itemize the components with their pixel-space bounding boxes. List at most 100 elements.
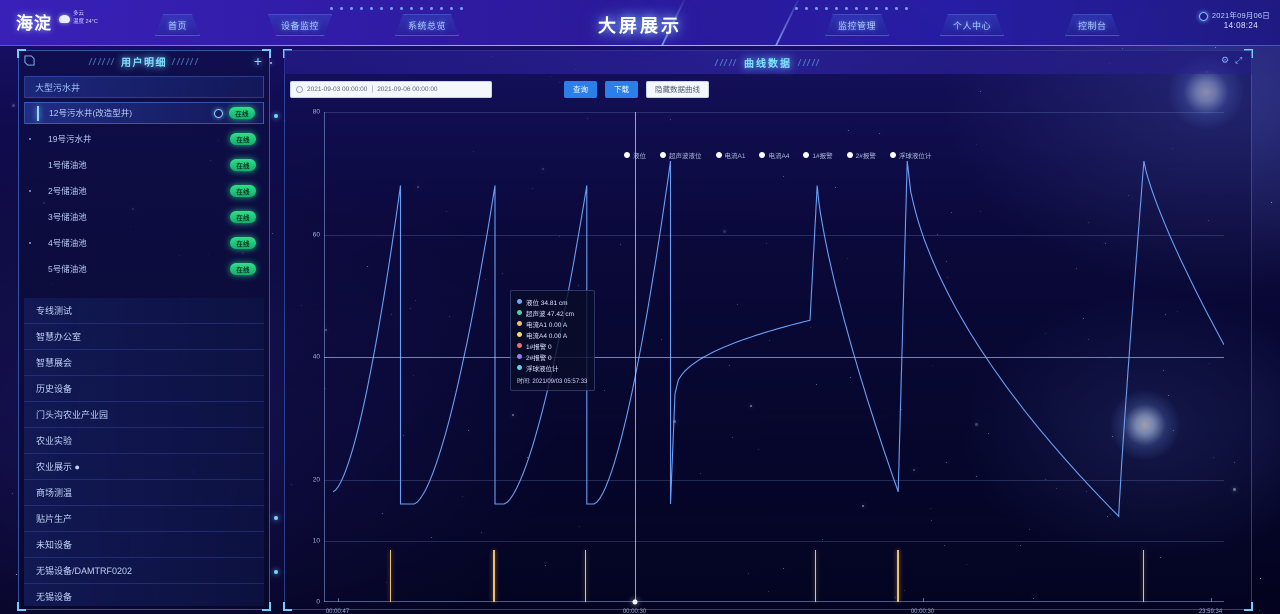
settings-icon[interactable]: ⚙ [1221,56,1230,66]
sidebar-menu-item[interactable]: 无锡设备 [24,584,264,606]
tree-node[interactable]: 1号储油池 在线 [24,154,264,176]
status-badge: 在线 [229,107,255,119]
tree-root-label: 大型污水井 [35,82,81,93]
status-badge: 在线 [230,237,256,249]
tree-node-label: 19号污水井 [48,134,92,144]
x-axis-tick-label: 00:00:3005/03 [911,608,934,614]
star-dot [15,574,17,576]
sidebar-menu-list: 专线测试 智慧办公室 智慧展会 历史设备 门头沟农业产业园 农业实验 农业展示 ● 商场测温贴… [24,298,264,606]
sidebar-title: 用户明细 [121,57,167,69]
x-tick-time: 00:00:30 [622,608,647,614]
nav-home[interactable]: 首页 [155,14,200,36]
date-end-value: 2021-09-06 00:00:00 [377,85,438,93]
y-axis-tick-label: 80 [312,108,320,116]
star-dot [11,492,13,494]
app-logo[interactable]: 海淀 多云 温度 24°C [16,9,98,34]
status-badge: 在线 [230,263,256,275]
sidebar-menu-item[interactable]: 农业展示 ● [24,454,264,480]
sidebar-menu-item[interactable]: 农业实验 [24,428,264,454]
sidebar-header: 用户明细 + [18,50,270,72]
star-dot [11,104,15,108]
gridline [324,234,1224,236]
tree-node-label: 4号储油池 [48,238,87,248]
weather-widget: 多云 温度 24°C [59,11,98,27]
sidebar-menu-item[interactable]: 门头沟农业产业园 [24,402,264,428]
star-dot [271,233,273,235]
y-axis-tick-label: 20 [312,476,320,483]
sidebar-menu-item[interactable]: 智慧办公室 [24,324,264,350]
sidebar-menu-item[interactable]: 智慧展会 [24,350,264,376]
y-axis-tick-label: 0 [316,598,320,606]
clock-time: 14:08:24 [1223,21,1259,30]
gear-icon[interactable] [214,108,223,118]
tree-node-label: 3号储油池 [48,212,87,222]
nav-system-overview-label: 系统总览 [408,20,447,31]
date-range-separator: | [371,85,374,93]
tree-node[interactable]: 3号储油池 在线 [24,206,264,228]
tree-node-label: 5号储油池 [48,264,87,274]
chart-toolbar: 2021-09-03 00:00:00 | 2021-09-06 00:00:0… [290,78,1246,100]
chart-plot-area[interactable]: 0102040608000:00:4703/0300:00:3004/0300:… [313,109,1224,614]
nav-monitor-manage[interactable]: 监控管理 [825,14,889,36]
hide-curve-button[interactable]: 隐藏数据曲线 [646,80,709,98]
sidebar-menu-item[interactable]: 无锡设备/DAMTRF0202 [24,558,264,584]
weather-temperature: 温度 24°C [73,18,98,25]
x-tick-time: 23:59:34 [1198,608,1223,614]
x-axis-tick-label: 00:00:4703/03 [326,608,349,614]
alarm-marker [814,550,816,602]
x-axis-tick-mark [337,598,339,602]
header-divider-left [660,0,686,46]
x-tick-time: 00:00:47 [325,608,350,614]
sidebar-tick-top [274,114,278,118]
sidebar-menu-item[interactable]: 专线测试 [24,298,264,324]
gridline [324,540,1224,542]
tree-root-node[interactable]: 大型污水井 [24,76,264,98]
tree-node[interactable]: 12号污水井(改造型井) 在线 [24,102,264,124]
tree-node[interactable]: 2号储油池 在线 [24,180,264,202]
cursor-point [632,599,637,605]
x-tick-time: 00:00:30 [910,608,935,614]
download-button[interactable]: 下载 [605,80,638,98]
tree-node-label: 12号污水井(改造型井) [49,108,133,118]
sidebar-menu-item[interactable]: 商场测温 [24,480,264,506]
expand-icon[interactable]: ⤢ [1235,56,1244,66]
nav-device-monitor[interactable]: 设备监控 [268,14,332,36]
main-corner-bottomleft-icon [283,602,292,611]
nav-system-overview[interactable]: 系统总览 [395,14,459,36]
app-header: 海淀 多云 温度 24°C 首页 设备监控 系统总览 监控管理 个人中心 控制台 [0,0,1280,46]
chart-panel-title: 曲线数据 [744,58,792,70]
collapse-icon[interactable] [24,55,35,66]
alarm-marker [1143,550,1145,602]
device-tree: 大型污水井 12号污水井(改造型井) 在线 19号污水井 在线 1号储油池 在线 2号储油池… [24,76,264,294]
chart-panel-header: 曲线数据 ⚙ ⤢ [284,50,1252,74]
sidebar-menu-item[interactable]: 贴片生产 [24,506,264,532]
status-badge: 在线 [230,133,256,145]
add-user-button[interactable]: + [254,54,262,68]
nav-console-label: 控制台 [1078,20,1107,31]
gridline [324,479,1224,481]
alarm-marker [897,550,899,602]
status-badge: 在线 [230,185,256,197]
nav-device-monitor-label: 设备监控 [281,20,320,31]
clock-icon [1198,12,1208,21]
cursor-line [634,112,636,602]
alarm-marker [585,550,587,602]
alarm-marker [389,550,392,602]
tree-node[interactable]: 5号储油池 在线 [24,258,264,280]
nav-user-center[interactable]: 个人中心 [940,14,1004,36]
dashboard-root: 海淀 多云 温度 24°C 首页 设备监控 系统总览 监控管理 个人中心 控制台 [0,0,1280,614]
tree-node[interactable]: 4号储油池 在线 [24,232,264,254]
nav-console[interactable]: 控制台 [1065,14,1120,36]
tree-node[interactable]: 19号污水井 在线 [24,128,264,150]
main-deco-right-icon [797,58,822,66]
tree-node-bullet-icon [29,138,31,140]
query-button[interactable]: 查询 [564,80,597,98]
sidebar-menu-item[interactable]: 历史设备 [24,376,264,402]
date-range-input[interactable]: 2021-09-03 00:00:00 | 2021-09-06 00:00:0… [290,80,492,98]
header-dots-left [330,7,463,10]
y-axis-tick-label: 60 [312,231,320,238]
gridline [324,112,1224,113]
weather-text: 多云 温度 24°C [73,11,98,27]
sidebar-menu-item[interactable]: 未知设备 [24,532,264,558]
deco-left-icon [88,57,117,65]
